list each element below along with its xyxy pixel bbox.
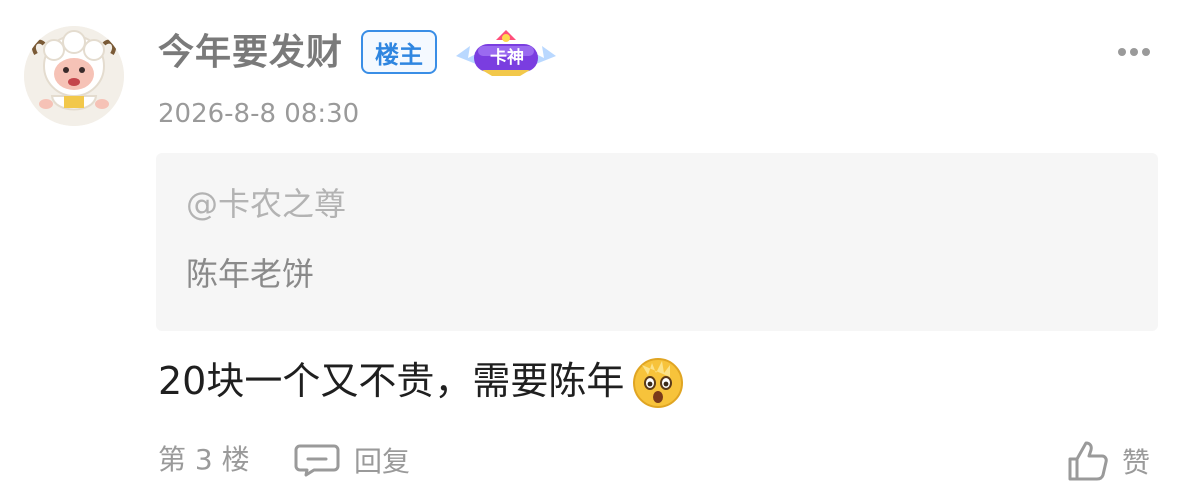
avatar-sheep-image <box>24 26 124 126</box>
thumbs-up-icon <box>1068 441 1108 481</box>
comment-icon <box>294 444 340 477</box>
rank-badge-label: 卡神 <box>490 48 524 68</box>
username[interactable]: 今年要发财 <box>158 26 343 80</box>
reply-label: 回复 <box>354 445 411 478</box>
quoted-comment[interactable]: @卡农之尊 陈年老饼 <box>156 153 1158 331</box>
more-dots-icon[interactable] <box>1116 44 1152 60</box>
quoted-author[interactable]: @卡农之尊 <box>186 181 346 227</box>
floor-number: 第 3 楼 <box>158 443 250 476</box>
post-body: 20块一个又不贵，需要陈年 <box>158 353 686 409</box>
surprised-face-emoji-icon <box>633 358 684 408</box>
avatar[interactable] <box>24 26 124 126</box>
reply-button[interactable]: 回复 <box>294 440 410 480</box>
quoted-text: 陈年老饼 <box>186 255 315 293</box>
post-timestamp: 2026-8-8 08:30 <box>158 99 360 129</box>
like-button[interactable]: 赞 <box>1066 438 1150 484</box>
like-label: 赞 <box>1122 446 1151 479</box>
post-body-text: 20块一个又不贵，需要陈年 <box>158 359 625 403</box>
op-badge: 楼主 <box>361 30 437 74</box>
